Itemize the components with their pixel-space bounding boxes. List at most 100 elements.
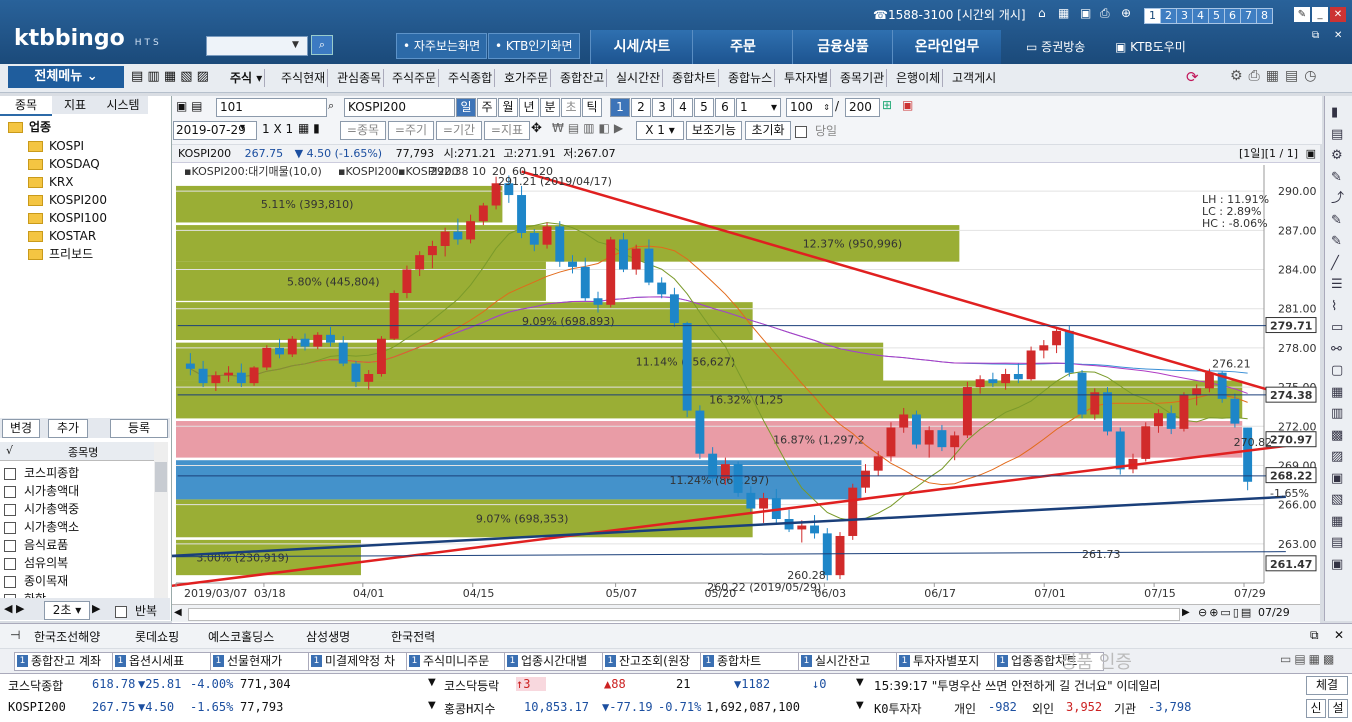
drawing-tool-icon[interactable]: ☰ [1331, 274, 1344, 296]
dropdown-icon[interactable]: ▼ [428, 677, 436, 688]
unit-select[interactable]: 1 ▾ [736, 98, 781, 117]
drawing-tool-icon[interactable]: ▣ [1331, 468, 1344, 490]
drawing-tool-icon[interactable]: ▢ [1331, 360, 1344, 382]
broadcast-link[interactable]: ▭ 증권방송 [1026, 38, 1085, 55]
link-period-button[interactable]: =주기 [388, 121, 434, 140]
period-day[interactable]: 일 [456, 98, 476, 117]
list-item[interactable]: 종이목재 [4, 572, 68, 590]
zoom-icons[interactable]: ⊖⊕▭▯▤ [1198, 606, 1253, 619]
refresh-icon[interactable]: ⟳ [1186, 68, 1199, 86]
ktb-popular-button[interactable]: • KTB인기화면 [488, 33, 580, 59]
menu-item[interactable]: 투자자별 [782, 69, 832, 87]
count-3[interactable]: 3 [652, 98, 672, 117]
dropdown-icon[interactable]: ▼ [856, 700, 864, 711]
chevron-down-icon[interactable]: ▼ [292, 40, 299, 50]
screen-number-6[interactable]: 6 [1224, 8, 1241, 24]
aux-function-button[interactable]: 보조기능 [686, 121, 742, 140]
tray-icons[interactable]: ▭▤▦▩ [1280, 652, 1337, 666]
screen-tab[interactable]: 1 종합차트 [700, 652, 810, 671]
watch-tab[interactable]: 삼성생명 [306, 628, 350, 645]
restore-icon[interactable]: ⧉ [1310, 628, 1319, 643]
price-chart[interactable]: 3.00% (230,919)9.07% (698,353)11.24% (86… [172, 163, 1320, 603]
drawing-tool-icon[interactable]: ⤴ [1331, 188, 1344, 210]
save-icon[interactable]: ▣ [902, 98, 913, 112]
menu-item[interactable]: 호가주문 [502, 69, 552, 87]
menu-item[interactable]: 관심종목 [335, 69, 385, 87]
all-menu-button[interactable]: 전체메뉴 ⌄ [8, 66, 124, 88]
pin-icon[interactable]: ✎ [1294, 7, 1310, 22]
ktb-help-link[interactable]: ▣ KTB도우미 [1115, 38, 1186, 55]
close-child-icon[interactable]: ✕ [1334, 30, 1342, 41]
drawing-tool-icon[interactable]: ▤ [1331, 124, 1344, 146]
count-2[interactable]: 2 [631, 98, 651, 117]
tree-item[interactable]: KOSDAQ [28, 156, 100, 172]
watch-tab[interactable]: 한국전력 [391, 628, 435, 645]
scroll-track[interactable] [188, 608, 1180, 621]
period-tick[interactable]: 틱 [582, 98, 602, 117]
list-item[interactable]: 시가총액소 [4, 518, 79, 536]
chart-area[interactable]: KOSPI200 267.75 ▼ 4.50 (-1.65%) 77,793 시… [172, 145, 1320, 623]
link-range-button[interactable]: =기간 [436, 121, 482, 140]
trade-button[interactable]: 체결 [1306, 676, 1348, 695]
symbol-name-field[interactable]: KOSPI200 [344, 98, 455, 117]
dropdown-icon[interactable]: ▼ [428, 700, 436, 711]
minimize-icon[interactable]: _ [1312, 7, 1328, 22]
drawing-tool-icon[interactable]: ▦ [1331, 511, 1344, 533]
period-second[interactable]: 초 [561, 98, 581, 117]
add-chart-icon[interactable]: ⊞ [882, 98, 892, 112]
drawing-tool-icon[interactable]: ▦ [1331, 382, 1344, 404]
list-scrollbar[interactable] [154, 442, 168, 598]
drawing-tool-icon[interactable]: ▮ [1331, 102, 1344, 124]
link-symbol-button[interactable]: =종목 [340, 121, 386, 140]
period-year[interactable]: 년 [519, 98, 539, 117]
tree-item[interactable]: 프리보드 [28, 246, 93, 262]
menu-item[interactable]: 종목기관 [838, 69, 888, 87]
tool-icons[interactable]: ₩▤▥◧▶ [552, 121, 627, 135]
screen-number-4[interactable]: 4 [1192, 8, 1209, 24]
symbol-code-input[interactable]: 101 [216, 98, 327, 117]
count-6[interactable]: 6 [715, 98, 735, 117]
tab-quote-chart[interactable]: 시세/차트 [590, 30, 693, 64]
tree-root-sector[interactable]: 업종 [8, 118, 51, 135]
period-minute[interactable]: 분 [540, 98, 560, 117]
bar-count-stepper[interactable]: 100 ⇕ [786, 98, 833, 117]
drawing-tool-icon[interactable]: ✎ [1331, 167, 1344, 189]
reset-button[interactable]: 초기화 [745, 121, 791, 140]
settings-button[interactable]: 설 [1328, 699, 1348, 718]
play-icon[interactable]: ▶ [92, 602, 100, 615]
drawing-tool-icon[interactable]: ▭ [1331, 317, 1344, 339]
tab-order[interactable]: 주문 [692, 30, 793, 64]
menu-item[interactable]: 고객게시 [950, 69, 998, 87]
drawing-tool-icon[interactable]: ▩ [1331, 425, 1344, 447]
list-item[interactable]: 섬유의복 [4, 554, 68, 572]
register-button[interactable]: 등록 [110, 419, 168, 438]
drawing-tool-icon[interactable]: ▣ [1331, 554, 1344, 576]
tab-symbol[interactable]: 종목 [0, 96, 52, 116]
drawing-tool-icon[interactable]: ⚯ [1331, 339, 1344, 361]
list-item[interactable]: 음식료품 [4, 536, 68, 554]
add-icon[interactable]: ⊕ [1121, 6, 1131, 20]
zoom-select[interactable]: X 1 ▾ [636, 121, 684, 140]
settings-icons[interactable]: ⚙⎙▦▤◷ [1230, 68, 1322, 84]
watch-tab[interactable]: 롯데쇼핑 [135, 628, 179, 645]
chart-scrollbar[interactable]: ◀ ▶ ⊖⊕▭▯▤ 07/29 [172, 604, 1320, 622]
count-5[interactable]: 5 [694, 98, 714, 117]
date-dropdown-icon[interactable]: ▾ [240, 122, 245, 133]
list-item[interactable]: 시가총액대 [4, 482, 79, 500]
interval-select[interactable]: 2초 ▾ [44, 601, 90, 620]
search-icon[interactable]: ⌕ [328, 99, 334, 113]
drawing-tool-icon[interactable]: ▧ [1331, 489, 1344, 511]
total-count-field[interactable]: 200 [845, 98, 880, 117]
menu-item[interactable]: 종합차트 [670, 69, 720, 87]
drawing-tool-icon[interactable]: ▤ [1331, 532, 1344, 554]
screen-tab[interactable]: 1 종합잔고 계좌 [14, 652, 124, 671]
credit-button[interactable]: 신 [1306, 699, 1326, 718]
screen-tab[interactable]: 1 실시간잔고 [798, 652, 908, 671]
menu-item[interactable]: 주식현재 [279, 69, 329, 87]
add-button[interactable]: 추가 [48, 419, 88, 438]
screen-number-5[interactable]: 5 [1208, 8, 1225, 24]
list-item[interactable]: 시가총액중 [4, 500, 79, 518]
screen-number-2[interactable]: 2 [1160, 8, 1177, 24]
screen-tab[interactable]: 1 선물현재가 [210, 652, 320, 671]
screen-number-3[interactable]: 3 [1176, 8, 1193, 24]
